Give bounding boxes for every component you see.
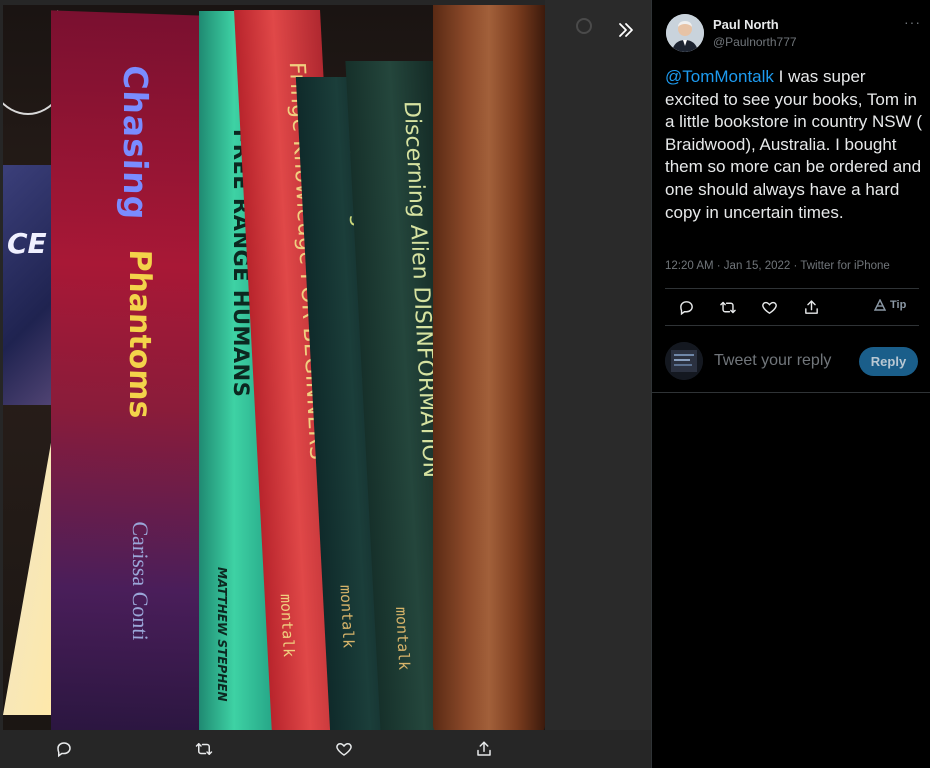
book-chasing-phantoms: Chasing Phantoms Carissa Conti: [51, 10, 201, 730]
like-button[interactable]: [760, 298, 778, 316]
tweet-body: I was super excited to see your books, T…: [665, 67, 922, 222]
tweet-text: @TomMontalk I was super excited to see y…: [665, 66, 923, 224]
background-timeline: [545, 0, 651, 730]
tweet-photo[interactable]: CE Chasing Phantoms Carissa Conti FREE R…: [3, 5, 545, 730]
media-viewer: CE Chasing Phantoms Carissa Conti FREE R…: [0, 0, 651, 768]
retweet-icon: [720, 301, 736, 313]
reply-button[interactable]: [53, 738, 75, 760]
reply-composer: Tweet your reply Reply: [652, 338, 930, 386]
share-button[interactable]: [802, 298, 820, 316]
collapse-panel-button[interactable]: [610, 14, 642, 46]
reply-icon: [57, 742, 71, 758]
user-avatar-image: [665, 342, 703, 380]
tweet-timestamp[interactable]: 12:20 AM · Jan 15, 2022 · Twitter for iP…: [665, 260, 890, 272]
share-icon: [804, 299, 818, 314]
like-icon: [336, 742, 352, 756]
more-options-button[interactable]: ···: [904, 14, 921, 30]
lightbox-text: CE: [7, 227, 47, 260]
tip-icon: [874, 299, 886, 311]
book-title: Chasing: [116, 64, 155, 222]
book-author: MATTHEW STEPHEN: [215, 567, 229, 702]
avatar[interactable]: [665, 342, 703, 380]
divider: [665, 325, 919, 326]
book-author: Carissa Conti: [128, 521, 153, 642]
book-title: Phantoms: [122, 248, 157, 420]
tip-label: Tip: [890, 299, 907, 311]
gear-icon: [576, 18, 592, 34]
media-action-bar: [0, 730, 651, 768]
profile-photo: [666, 14, 704, 52]
reply-submit-button[interactable]: Reply: [859, 347, 918, 376]
divider: [652, 392, 930, 393]
author-handle[interactable]: @Paulnorth777: [713, 35, 797, 49]
book-publisher: montalk: [336, 585, 358, 649]
tip-button[interactable]: Tip: [874, 299, 906, 311]
share-icon: [477, 741, 491, 756]
avatar[interactable]: [666, 14, 704, 52]
book-publisher: montalk: [276, 594, 298, 658]
like-button[interactable]: [333, 738, 355, 760]
tweet-action-bar: Tip: [652, 290, 930, 324]
share-button[interactable]: [473, 738, 495, 760]
tweet-detail-panel: Paul North @Paulnorth777 ··· @TomMontalk…: [651, 0, 930, 768]
author-name[interactable]: Paul North: [713, 17, 779, 32]
divider: [665, 288, 919, 289]
book-publisher: montalk: [392, 607, 414, 671]
retweet-button[interactable]: [719, 298, 737, 316]
mention-link[interactable]: @TomMontalk: [665, 67, 774, 86]
like-icon: [761, 301, 777, 314]
chevron-double-right-icon: [619, 23, 633, 37]
reply-icon: [679, 300, 693, 315]
wooden-pole: [433, 5, 545, 730]
reply-input[interactable]: Tweet your reply: [714, 352, 831, 370]
retweet-icon: [195, 743, 213, 755]
reply-button[interactable]: [677, 298, 695, 316]
retweet-button[interactable]: [193, 738, 215, 760]
